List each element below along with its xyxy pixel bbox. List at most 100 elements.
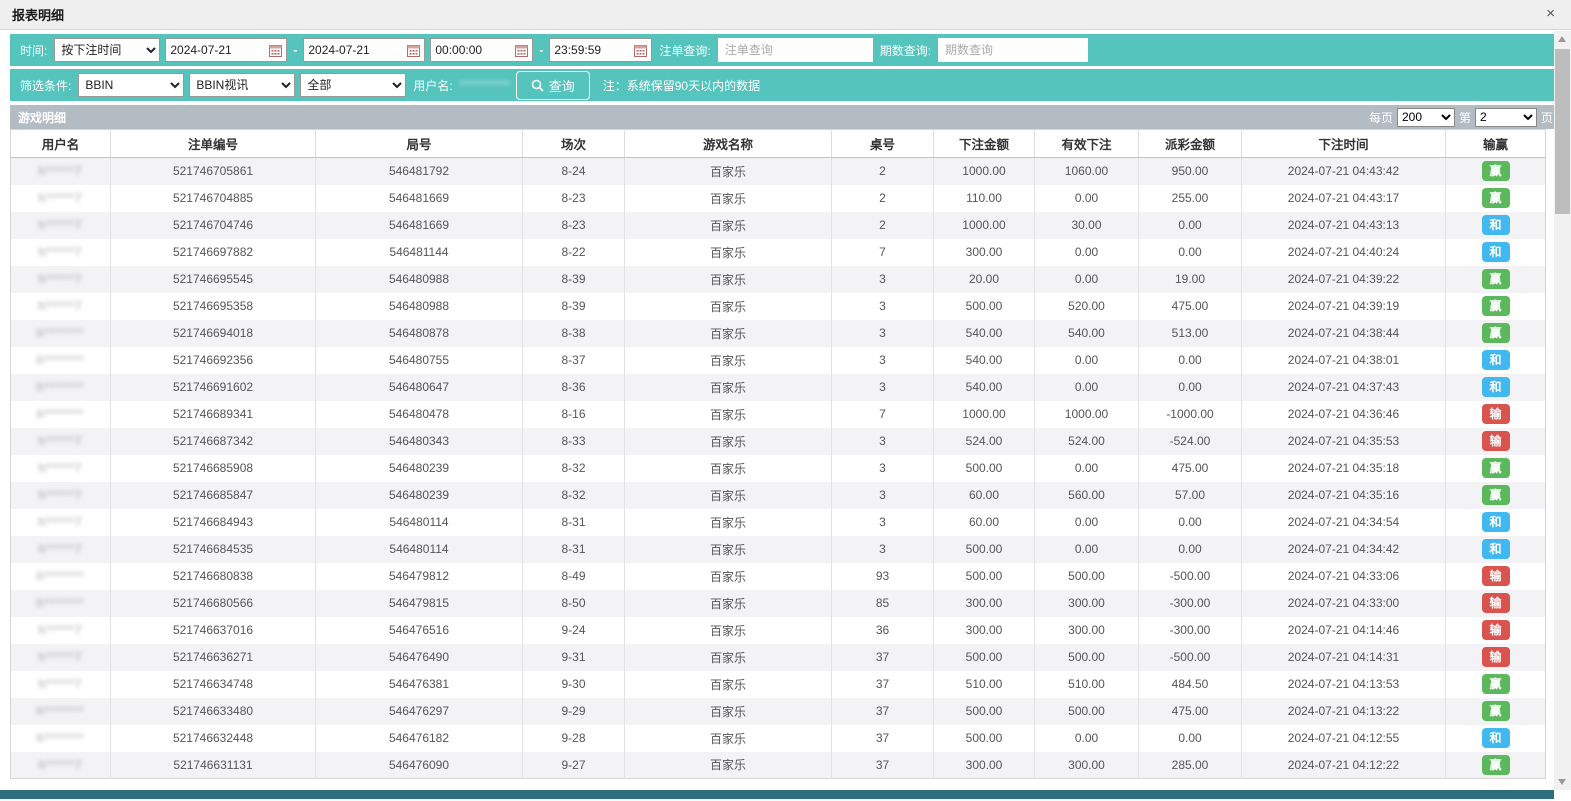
masked-username: h******* — [37, 704, 84, 718]
table-row: h*****75217466873425464803438-33百家乐3524.… — [11, 428, 1546, 455]
cell-username: h*****7 — [11, 617, 111, 644]
result-badge-lose: 输 — [1482, 647, 1510, 667]
close-icon[interactable]: × — [1546, 6, 1555, 21]
date-to-input[interactable]: 2024-07-21 — [303, 38, 425, 62]
category-select[interactable]: BBIN视讯 — [189, 73, 295, 97]
cell-bet_amount: 1000.00 — [934, 158, 1035, 185]
cell-payout: 255.00 — [1139, 185, 1242, 212]
cell-payout: -500.00 — [1139, 644, 1242, 671]
cell-round_id: 546476490 — [316, 644, 523, 671]
cell-username: h******* — [11, 563, 111, 590]
cell-table_no: 3 — [832, 320, 934, 347]
cell-bet_id: 521746680838 — [111, 563, 316, 590]
masked-username: h******* — [37, 569, 84, 583]
masked-username: h******* — [37, 326, 84, 340]
masked-username: h*****7 — [39, 299, 83, 313]
window-titlebar: 报表明细 × — [0, 0, 1571, 30]
scroll-down-icon[interactable] — [1558, 779, 1566, 785]
platform-select[interactable]: BBIN — [78, 73, 184, 97]
cell-payout: 0.00 — [1139, 509, 1242, 536]
bet-query-input[interactable] — [718, 38, 873, 62]
cell-game: 百家乐 — [625, 725, 832, 752]
cell-round_id: 546481792 — [316, 158, 523, 185]
cell-bet_time: 2024-07-21 04:35:18 — [1242, 455, 1446, 482]
cell-bet_amount: 1000.00 — [934, 212, 1035, 239]
period-query-input[interactable] — [938, 38, 1088, 62]
time-to-input[interactable]: 23:59:59 — [549, 38, 652, 62]
horizontal-scrollbar[interactable] — [0, 790, 1554, 799]
column-header-session: 场次 — [523, 130, 625, 158]
cell-session: 8-16 — [523, 401, 625, 428]
table-row: h*****75217466849435464801148-31百家乐360.0… — [11, 509, 1546, 536]
cell-game: 百家乐 — [625, 374, 832, 401]
cell-bet_amount: 110.00 — [934, 185, 1035, 212]
cell-game: 百家乐 — [625, 698, 832, 725]
cell-bet_amount: 60.00 — [934, 482, 1035, 509]
date-from-input[interactable]: 2024-07-21 — [165, 38, 287, 62]
cell-round_id: 546480988 — [316, 266, 523, 293]
cell-table_no: 37 — [832, 725, 934, 752]
filter-bar-conditions: 筛选条件: BBIN BBIN视讯 全部 用户名: ********* 查询 注… — [10, 69, 1561, 101]
cell-bet_amount: 500.00 — [934, 536, 1035, 563]
cell-round_id: 546480988 — [316, 293, 523, 320]
table-row: h*****75217467058615464817928-24百家乐21000… — [11, 158, 1546, 185]
cell-session: 8-22 — [523, 239, 625, 266]
cell-round_id: 546481144 — [316, 239, 523, 266]
table-row: h*****75217466955455464809888-39百家乐320.0… — [11, 266, 1546, 293]
vertical-scrollbar[interactable] — [1554, 31, 1571, 790]
cell-valid_bet: 1060.00 — [1035, 158, 1139, 185]
time-type-select[interactable]: 按下注时间 — [54, 38, 160, 62]
cell-game: 百家乐 — [625, 158, 832, 185]
cell-table_no: 3 — [832, 374, 934, 401]
cell-bet_time: 2024-07-21 04:12:55 — [1242, 725, 1446, 752]
cell-bet_amount: 524.00 — [934, 428, 1035, 455]
cell-username: h*****7 — [11, 266, 111, 293]
result-badge-lose: 输 — [1482, 566, 1510, 586]
cell-bet_time: 2024-07-21 04:39:22 — [1242, 266, 1446, 293]
calendar-icon[interactable] — [269, 44, 282, 57]
bet-query-label: 注单查询: — [659, 42, 710, 59]
cell-valid_bet: 1000.00 — [1035, 401, 1139, 428]
cell-bet_amount: 20.00 — [934, 266, 1035, 293]
cell-table_no: 2 — [832, 212, 934, 239]
cell-result: 输 — [1446, 563, 1546, 590]
cell-table_no: 36 — [832, 617, 934, 644]
cell-payout: -524.00 — [1139, 428, 1242, 455]
per-page-select[interactable]: 200 — [1397, 108, 1455, 127]
cell-round_id: 546476381 — [316, 671, 523, 698]
cell-bet_amount: 540.00 — [934, 320, 1035, 347]
cell-bet_amount: 540.00 — [934, 374, 1035, 401]
pagination: 每页 200 第 2 页 — [1369, 108, 1553, 127]
section-title: 游戏明细 — [18, 109, 66, 126]
scroll-up-icon[interactable] — [1558, 36, 1566, 42]
cell-game: 百家乐 — [625, 239, 832, 266]
scrollbar-thumb[interactable] — [1555, 49, 1570, 214]
result-badge-lose: 输 — [1482, 593, 1510, 613]
calendar-icon[interactable] — [515, 44, 528, 57]
cell-game: 百家乐 — [625, 563, 832, 590]
cell-payout: -300.00 — [1139, 590, 1242, 617]
result-badge-win: 赢 — [1482, 296, 1510, 316]
masked-username: h*****7 — [39, 488, 83, 502]
page-select[interactable]: 2 — [1475, 108, 1537, 127]
cell-payout: 57.00 — [1139, 482, 1242, 509]
cell-username: h******* — [11, 320, 111, 347]
table-row: h*****75217466858475464802398-32百家乐360.0… — [11, 482, 1546, 509]
page-prefix-label: 第 — [1459, 109, 1471, 126]
game-select[interactable]: 全部 — [300, 73, 406, 97]
column-header-game: 游戏名称 — [625, 130, 832, 158]
time-from-input[interactable]: 00:00:00 — [430, 38, 533, 62]
cell-valid_bet: 500.00 — [1035, 563, 1139, 590]
cell-round_id: 546480647 — [316, 374, 523, 401]
calendar-icon[interactable] — [407, 44, 420, 57]
cell-bet_id: 521746705861 — [111, 158, 316, 185]
masked-username: h*****7 — [39, 650, 83, 664]
cell-result: 输 — [1446, 428, 1546, 455]
cell-table_no: 93 — [832, 563, 934, 590]
masked-username: h******* — [37, 380, 84, 394]
cell-result: 赢 — [1446, 455, 1546, 482]
cell-bet_id: 521746684943 — [111, 509, 316, 536]
cell-result: 输 — [1446, 590, 1546, 617]
search-button[interactable]: 查询 — [516, 71, 590, 100]
calendar-icon[interactable] — [634, 44, 647, 57]
